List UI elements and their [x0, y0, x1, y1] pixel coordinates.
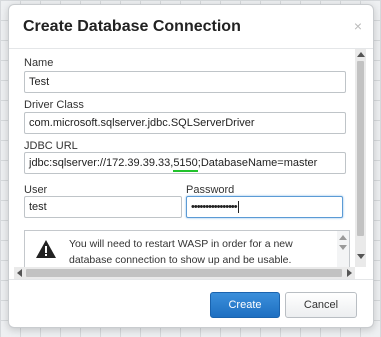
scroll-left-icon[interactable]	[17, 269, 22, 277]
create-button[interactable]: Create	[210, 292, 280, 318]
cancel-button[interactable]: Cancel	[285, 292, 357, 318]
user-field[interactable]: test	[24, 196, 182, 218]
jdbc-url-port-highlight: 5150	[173, 156, 198, 172]
name-field[interactable]: Test	[24, 71, 346, 93]
jdbc-url-field[interactable]: jdbc:sqlserver://172.39.39.33,5150;Datab…	[24, 152, 346, 174]
warning-scroll-down-icon[interactable]	[339, 245, 347, 250]
password-masked-value: ••••••••••••••••	[191, 201, 238, 213]
footer-divider	[9, 279, 373, 280]
warning-scroll-up-icon[interactable]	[339, 235, 347, 240]
horizontal-scrollbar[interactable]	[14, 267, 355, 279]
text-caret	[237, 201, 239, 214]
vertical-scrollbar[interactable]	[355, 49, 366, 267]
warning-scrollbar[interactable]	[337, 231, 349, 267]
password-field[interactable]: ••••••••••••••••	[186, 196, 343, 218]
scroll-corner	[355, 267, 366, 279]
user-label: User	[24, 184, 48, 196]
warning-triangle-icon	[36, 240, 56, 258]
horizontal-scroll-thumb[interactable]	[26, 269, 342, 277]
jdbc-url-suffix: ;DatabaseName=master	[197, 157, 318, 169]
password-label: Password	[186, 184, 235, 196]
scroll-up-icon[interactable]	[357, 52, 365, 57]
jdbc-url-label: JDBC URL	[24, 140, 78, 152]
scroll-down-icon[interactable]	[357, 254, 365, 259]
dialog-title: Create Database Connection	[23, 18, 241, 35]
create-database-connection-dialog: Create Database Connection × Name Test D…	[8, 4, 374, 328]
driver-class-label: Driver Class	[24, 99, 84, 111]
form-content: Name Test Driver Class com.microsoft.sql…	[14, 49, 350, 267]
driver-class-field[interactable]: com.microsoft.sqlserver.jdbc.SQLServerDr…	[24, 112, 346, 134]
close-icon[interactable]: ×	[351, 19, 365, 33]
name-label: Name	[24, 57, 54, 69]
scroll-right-icon[interactable]	[347, 269, 352, 277]
warning-message-box: You will need to restart WASP in order f…	[24, 230, 350, 267]
jdbc-url-prefix: jdbc:sqlserver://172.39.39.33,	[29, 157, 174, 169]
vertical-scroll-thumb[interactable]	[357, 61, 364, 236]
form-scroll-area: Name Test Driver Class com.microsoft.sql…	[14, 49, 366, 279]
warning-text: You will need to restart WASP in order f…	[69, 238, 293, 266]
